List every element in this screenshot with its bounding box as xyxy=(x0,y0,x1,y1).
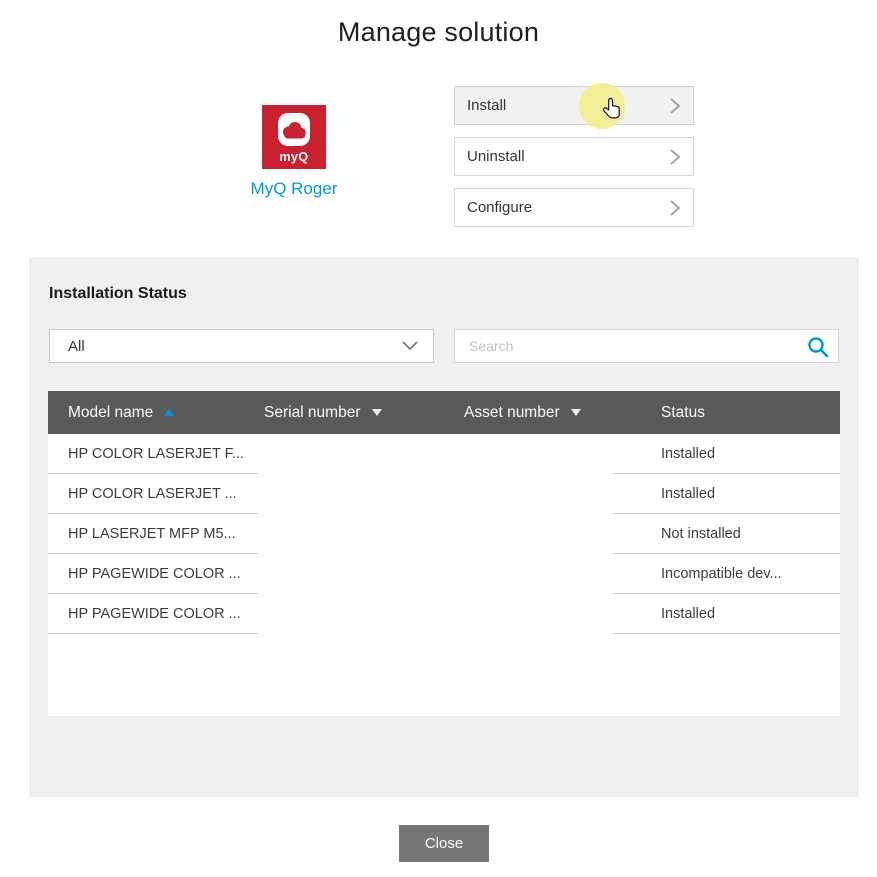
install-button[interactable]: Install xyxy=(454,86,694,125)
cell-status: Installed xyxy=(612,434,840,474)
table-header-row: Model name Serial number Asset number St… xyxy=(48,391,840,434)
install-button-label: Install xyxy=(467,97,669,114)
cell-model-name: HP PAGEWIDE COLOR ... xyxy=(48,594,258,634)
sort-asc-icon xyxy=(164,409,174,416)
chevron-right-icon xyxy=(669,97,681,115)
chevron-right-icon xyxy=(669,199,681,217)
table-body: HP COLOR LASERJET F... Installed HP COLO… xyxy=(48,434,840,716)
table-row[interactable]: HP LASERJET MFP M5... Not installed xyxy=(48,514,840,554)
cell-asset-number xyxy=(458,554,612,594)
table-row[interactable]: HP PAGEWIDE COLOR ... Incompatible dev..… xyxy=(48,554,840,594)
cell-asset-number xyxy=(458,474,612,514)
table-row[interactable]: HP COLOR LASERJET F... Installed xyxy=(48,434,840,474)
installation-status-panel: Installation Status All xyxy=(29,257,859,797)
cell-model-name: HP LASERJET MFP M5... xyxy=(48,514,258,554)
search-button[interactable] xyxy=(806,335,830,359)
chevron-right-icon xyxy=(669,148,681,166)
configure-button-label: Configure xyxy=(467,199,669,216)
cell-model-name: HP PAGEWIDE COLOR ... xyxy=(48,554,258,594)
cell-asset-number xyxy=(458,514,612,554)
svg-text:myQ: myQ xyxy=(279,150,308,164)
chevron-down-icon xyxy=(402,341,418,351)
table-row[interactable]: HP COLOR LASERJET ... Installed xyxy=(48,474,840,514)
cell-model-name: HP COLOR LASERJET F... xyxy=(48,434,258,474)
cell-serial-number xyxy=(258,434,458,474)
sort-desc-icon xyxy=(372,409,382,416)
cell-model-name: HP COLOR LASERJET ... xyxy=(48,474,258,514)
action-buttons: Install Uninstall Configure xyxy=(454,86,694,227)
installation-status-table: Model name Serial number Asset number St… xyxy=(48,391,840,716)
solution-block: myQ MyQ Roger xyxy=(214,105,374,199)
close-button[interactable]: Close xyxy=(399,825,489,862)
uninstall-button[interactable]: Uninstall xyxy=(454,137,694,176)
cell-status: Installed xyxy=(612,594,840,634)
search-box xyxy=(454,329,839,363)
cell-serial-number xyxy=(258,474,458,514)
cell-serial-number xyxy=(258,594,458,634)
cell-asset-number xyxy=(458,434,612,474)
search-input[interactable] xyxy=(455,330,838,362)
cell-status: Installed xyxy=(612,474,840,514)
status-filter-value: All xyxy=(68,338,402,355)
sort-desc-icon xyxy=(571,409,581,416)
column-header-asset-number[interactable]: Asset number xyxy=(458,391,612,434)
myq-logo-icon: myQ xyxy=(262,105,326,169)
filter-row: All xyxy=(49,329,839,363)
cell-status: Not installed xyxy=(612,514,840,554)
page-title: Manage solution xyxy=(0,17,877,48)
uninstall-button-label: Uninstall xyxy=(467,148,669,165)
status-filter-dropdown[interactable]: All xyxy=(49,329,434,363)
search-icon xyxy=(806,335,830,359)
cell-asset-number xyxy=(458,594,612,634)
manage-solution-dialog: Manage solution myQ MyQ Roger Install xyxy=(0,0,877,877)
column-header-serial-number[interactable]: Serial number xyxy=(258,391,458,434)
configure-button[interactable]: Configure xyxy=(454,188,694,227)
solution-name: MyQ Roger xyxy=(251,179,338,199)
cell-serial-number xyxy=(258,514,458,554)
cell-serial-number xyxy=(258,554,458,594)
table-row[interactable]: HP PAGEWIDE COLOR ... Installed xyxy=(48,594,840,634)
column-header-model-name[interactable]: Model name xyxy=(48,391,258,434)
cell-status: Incompatible dev... xyxy=(612,554,840,594)
panel-heading: Installation Status xyxy=(49,285,187,303)
column-header-status[interactable]: Status xyxy=(612,391,840,434)
